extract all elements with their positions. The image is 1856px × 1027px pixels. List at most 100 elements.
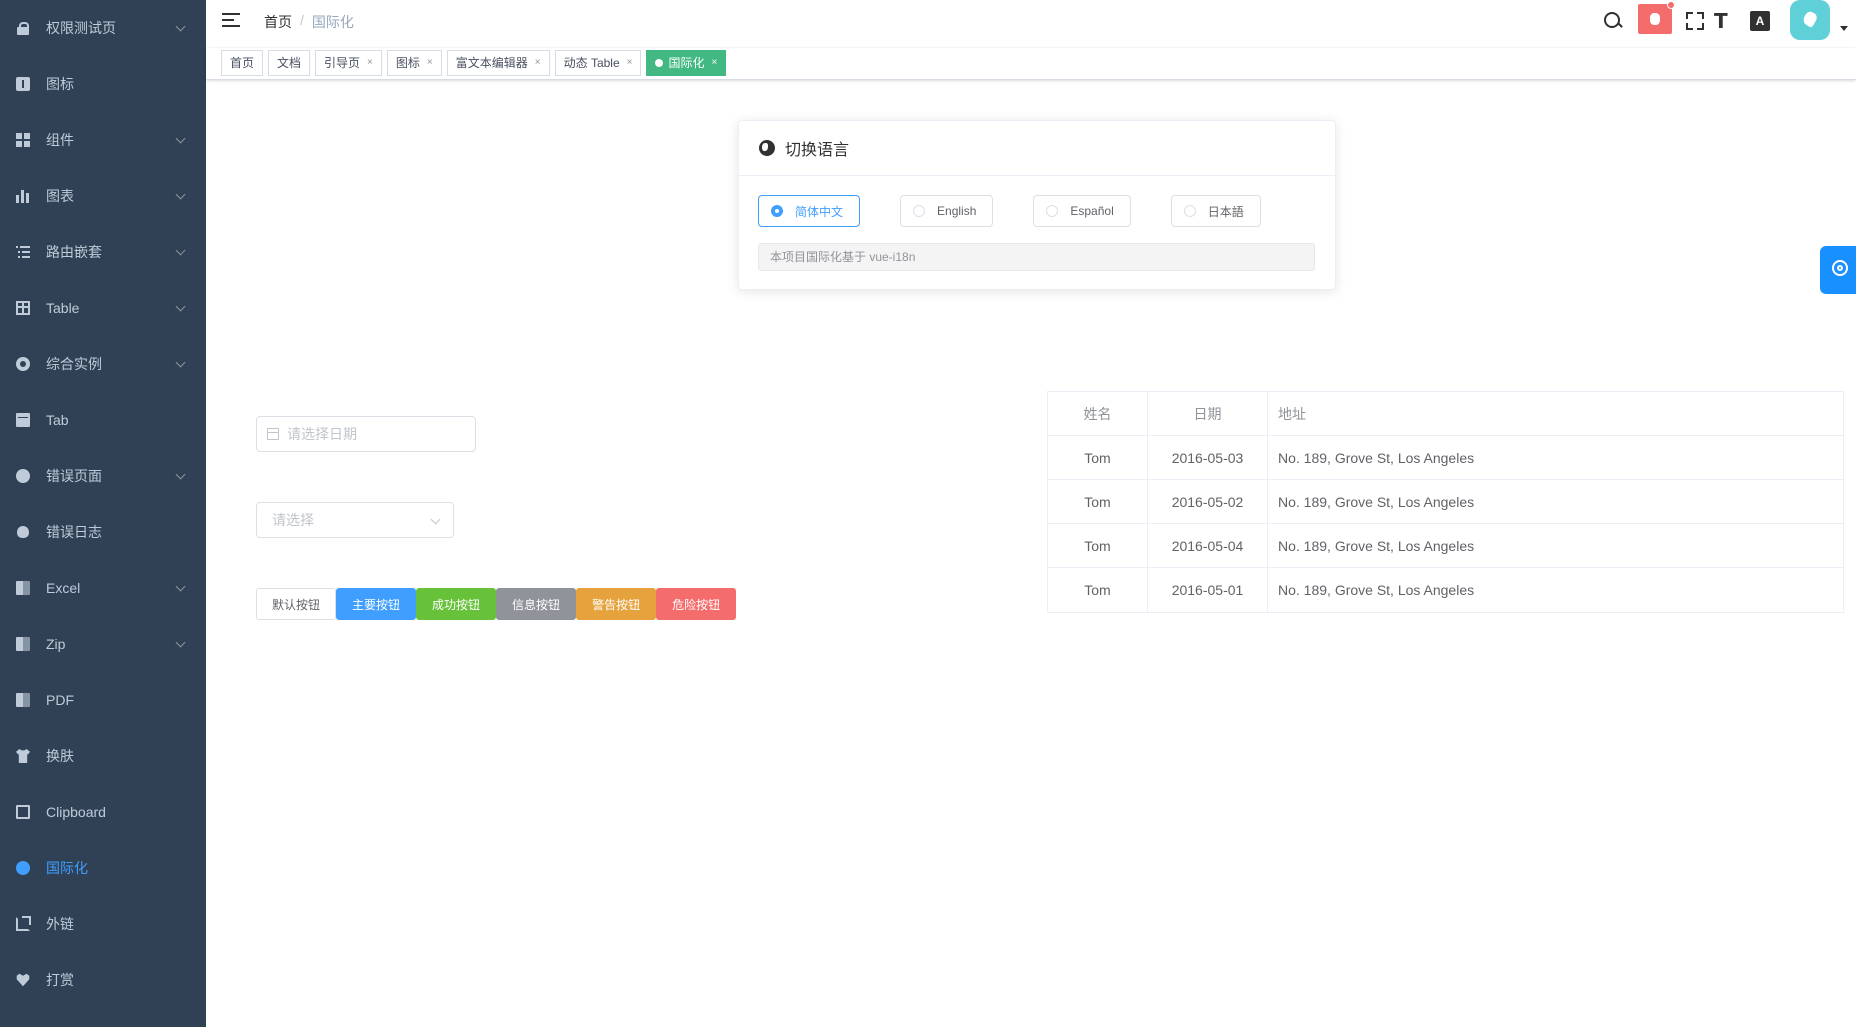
select-input[interactable]: 请选择 (256, 502, 454, 538)
table-cell: No. 189, Grove St, Los Angeles (1278, 493, 1475, 510)
table-cell: No. 189, Grove St, Los Angeles (1278, 449, 1475, 466)
skin-icon (16, 749, 30, 763)
sidebar-item-i18n[interactable]: 国际化 (0, 840, 206, 896)
sidebar-item-charts[interactable]: 图表 (0, 168, 206, 224)
nested-icon (16, 245, 30, 259)
radio-circle (1046, 205, 1059, 217)
tag-guide[interactable]: 引导页 × (315, 50, 382, 76)
table-cell: No. 189, Grove St, Los Angeles (1278, 537, 1475, 554)
info-button[interactable]: 信息按钮 (496, 588, 577, 620)
hamburger-icon[interactable] (222, 13, 240, 27)
tag-icons[interactable]: 图标 × (386, 50, 442, 76)
lock-icon (16, 21, 30, 35)
sidebar-item-clipboard[interactable]: Clipboard (0, 784, 206, 840)
table-cell: Tom (1048, 480, 1148, 523)
active-dot (655, 59, 664, 67)
search-icon[interactable] (1602, 10, 1624, 32)
sidebar-item-error-pages[interactable]: 错误页面 (0, 448, 206, 504)
sidebar: 权限测试页 图标 组件 图表 路由嵌套 Table 综合实例 Tab 错误页面 … (0, 0, 206, 1027)
radio-circle (771, 205, 783, 217)
button-group: 默认按钮 主要按钮 成功按钮 信息按钮 警告按钮 危险按钮 (256, 588, 737, 620)
table-cell: No. 189, Grove St, Los Angeles (1278, 582, 1475, 598)
clipboard-icon (16, 805, 30, 819)
sidebar-item-external-link[interactable]: 外链 (0, 896, 206, 952)
radio-en[interactable]: English (900, 195, 994, 227)
breadcrumb-separator: / (300, 12, 304, 28)
radio-es[interactable]: Español (1033, 195, 1131, 227)
bug-icon (17, 526, 29, 538)
default-button[interactable]: 默认按钮 (256, 588, 337, 620)
sidebar-item-table[interactable]: Table (0, 280, 206, 336)
danger-button[interactable]: 危险按钮 (656, 588, 737, 620)
sidebar-item-example[interactable]: 综合实例 (0, 336, 206, 392)
data-table: 姓名 日期 地址 Tom 2016-05-03 No. 189, Grove S… (1047, 391, 1844, 613)
table-header-address: 地址 (1278, 405, 1306, 422)
table-cell: Tom (1048, 436, 1148, 479)
notification-dot (1667, 1, 1675, 9)
tags-view: 首页 文档 引导页 × 图标 × 富文本编辑器 × 动态 Table × 国际化 × (206, 48, 1856, 80)
close-icon[interactable]: × (535, 51, 541, 75)
table-header-name: 姓名 (1048, 392, 1148, 435)
sidebar-item-zip[interactable]: Zip (0, 616, 206, 672)
i18n-tip: 本项目国际化基于 vue-i18n (758, 243, 1315, 271)
card-header: 切换语言 (739, 121, 1335, 176)
chevron-down-icon (430, 514, 441, 525)
caret-down-icon[interactable] (1840, 26, 1848, 31)
error-log-button[interactable] (1638, 1, 1675, 34)
sidebar-item-tab[interactable]: Tab (0, 392, 206, 448)
card-title: 切换语言 (785, 142, 850, 159)
pdf-icon (16, 693, 30, 707)
tag-home[interactable]: 首页 (221, 50, 264, 76)
settings-gear-icon[interactable] (1820, 246, 1856, 294)
sidebar-item-donate[interactable]: 打赏 (0, 952, 206, 1008)
primary-button[interactable]: 主要按钮 (336, 588, 417, 620)
table-row: Tom 2016-05-02 No. 189, Grove St, Los An… (1048, 480, 1843, 524)
tab-icon (16, 413, 30, 427)
table-header-row: 姓名 日期 地址 (1048, 392, 1843, 436)
font-size-icon[interactable]: T (1714, 10, 1736, 32)
excel-icon (16, 581, 30, 595)
select-placeholder: 请选择 (272, 512, 314, 528)
radio-ja[interactable]: 日本語 (1170, 195, 1261, 227)
sidebar-item-nested[interactable]: 路由嵌套 (0, 224, 206, 280)
table-row: Tom 2016-05-03 No. 189, Grove St, Los An… (1048, 436, 1843, 480)
sidebar-item-permission[interactable]: 权限测试页 (0, 0, 206, 56)
sidebar-item-components[interactable]: 组件 (0, 112, 206, 168)
success-button[interactable]: 成功按钮 (416, 588, 497, 620)
breadcrumb-home[interactable]: 首页 (264, 12, 292, 32)
close-icon[interactable]: × (712, 51, 718, 75)
table-icon (16, 301, 30, 315)
language-card: 切换语言 简体中文 English Español 日本語 本项目国际化基于 v… (738, 120, 1336, 290)
sidebar-item-excel[interactable]: Excel (0, 560, 206, 616)
radio-circle (1183, 205, 1196, 217)
table-cell: 2016-05-04 (1148, 524, 1268, 567)
close-icon[interactable]: × (427, 51, 433, 75)
date-picker[interactable]: 请选择日期 (256, 416, 476, 452)
date-placeholder: 请选择日期 (287, 426, 357, 442)
404-icon (16, 469, 30, 483)
avatar[interactable] (1790, 0, 1830, 40)
table-row: Tom 2016-05-01 No. 189, Grove St, Los An… (1048, 568, 1843, 612)
fullscreen-icon[interactable] (1686, 12, 1704, 30)
sidebar-item-pdf[interactable]: PDF (0, 672, 206, 728)
language-icon[interactable]: A (1750, 11, 1770, 31)
sidebar-item-error-log[interactable]: 错误日志 (0, 504, 206, 560)
table-cell: Tom (1048, 524, 1148, 567)
table-row: Tom 2016-05-04 No. 189, Grove St, Los An… (1048, 524, 1843, 568)
warning-button[interactable]: 警告按钮 (576, 588, 657, 620)
tag-docs[interactable]: 文档 (268, 50, 311, 76)
sidebar-item-icons[interactable]: 图标 (0, 56, 206, 112)
navbar: 首页 / 国际化 T A (206, 0, 1856, 40)
table-cell: 2016-05-01 (1148, 568, 1268, 612)
breadcrumb: 首页 / 国际化 (264, 12, 354, 32)
tag-i18n[interactable]: 国际化 × (646, 50, 727, 76)
table-header-date: 日期 (1148, 392, 1268, 435)
close-icon[interactable]: × (627, 51, 633, 75)
component-icon (16, 133, 30, 147)
sidebar-item-theme[interactable]: 换肤 (0, 728, 206, 784)
close-icon[interactable]: × (367, 51, 373, 75)
calendar-icon (267, 428, 279, 440)
tag-dynamic-table[interactable]: 动态 Table × (554, 50, 642, 76)
radio-zh[interactable]: 简体中文 (758, 195, 861, 227)
tag-rich-editor[interactable]: 富文本编辑器 × (446, 50, 550, 76)
